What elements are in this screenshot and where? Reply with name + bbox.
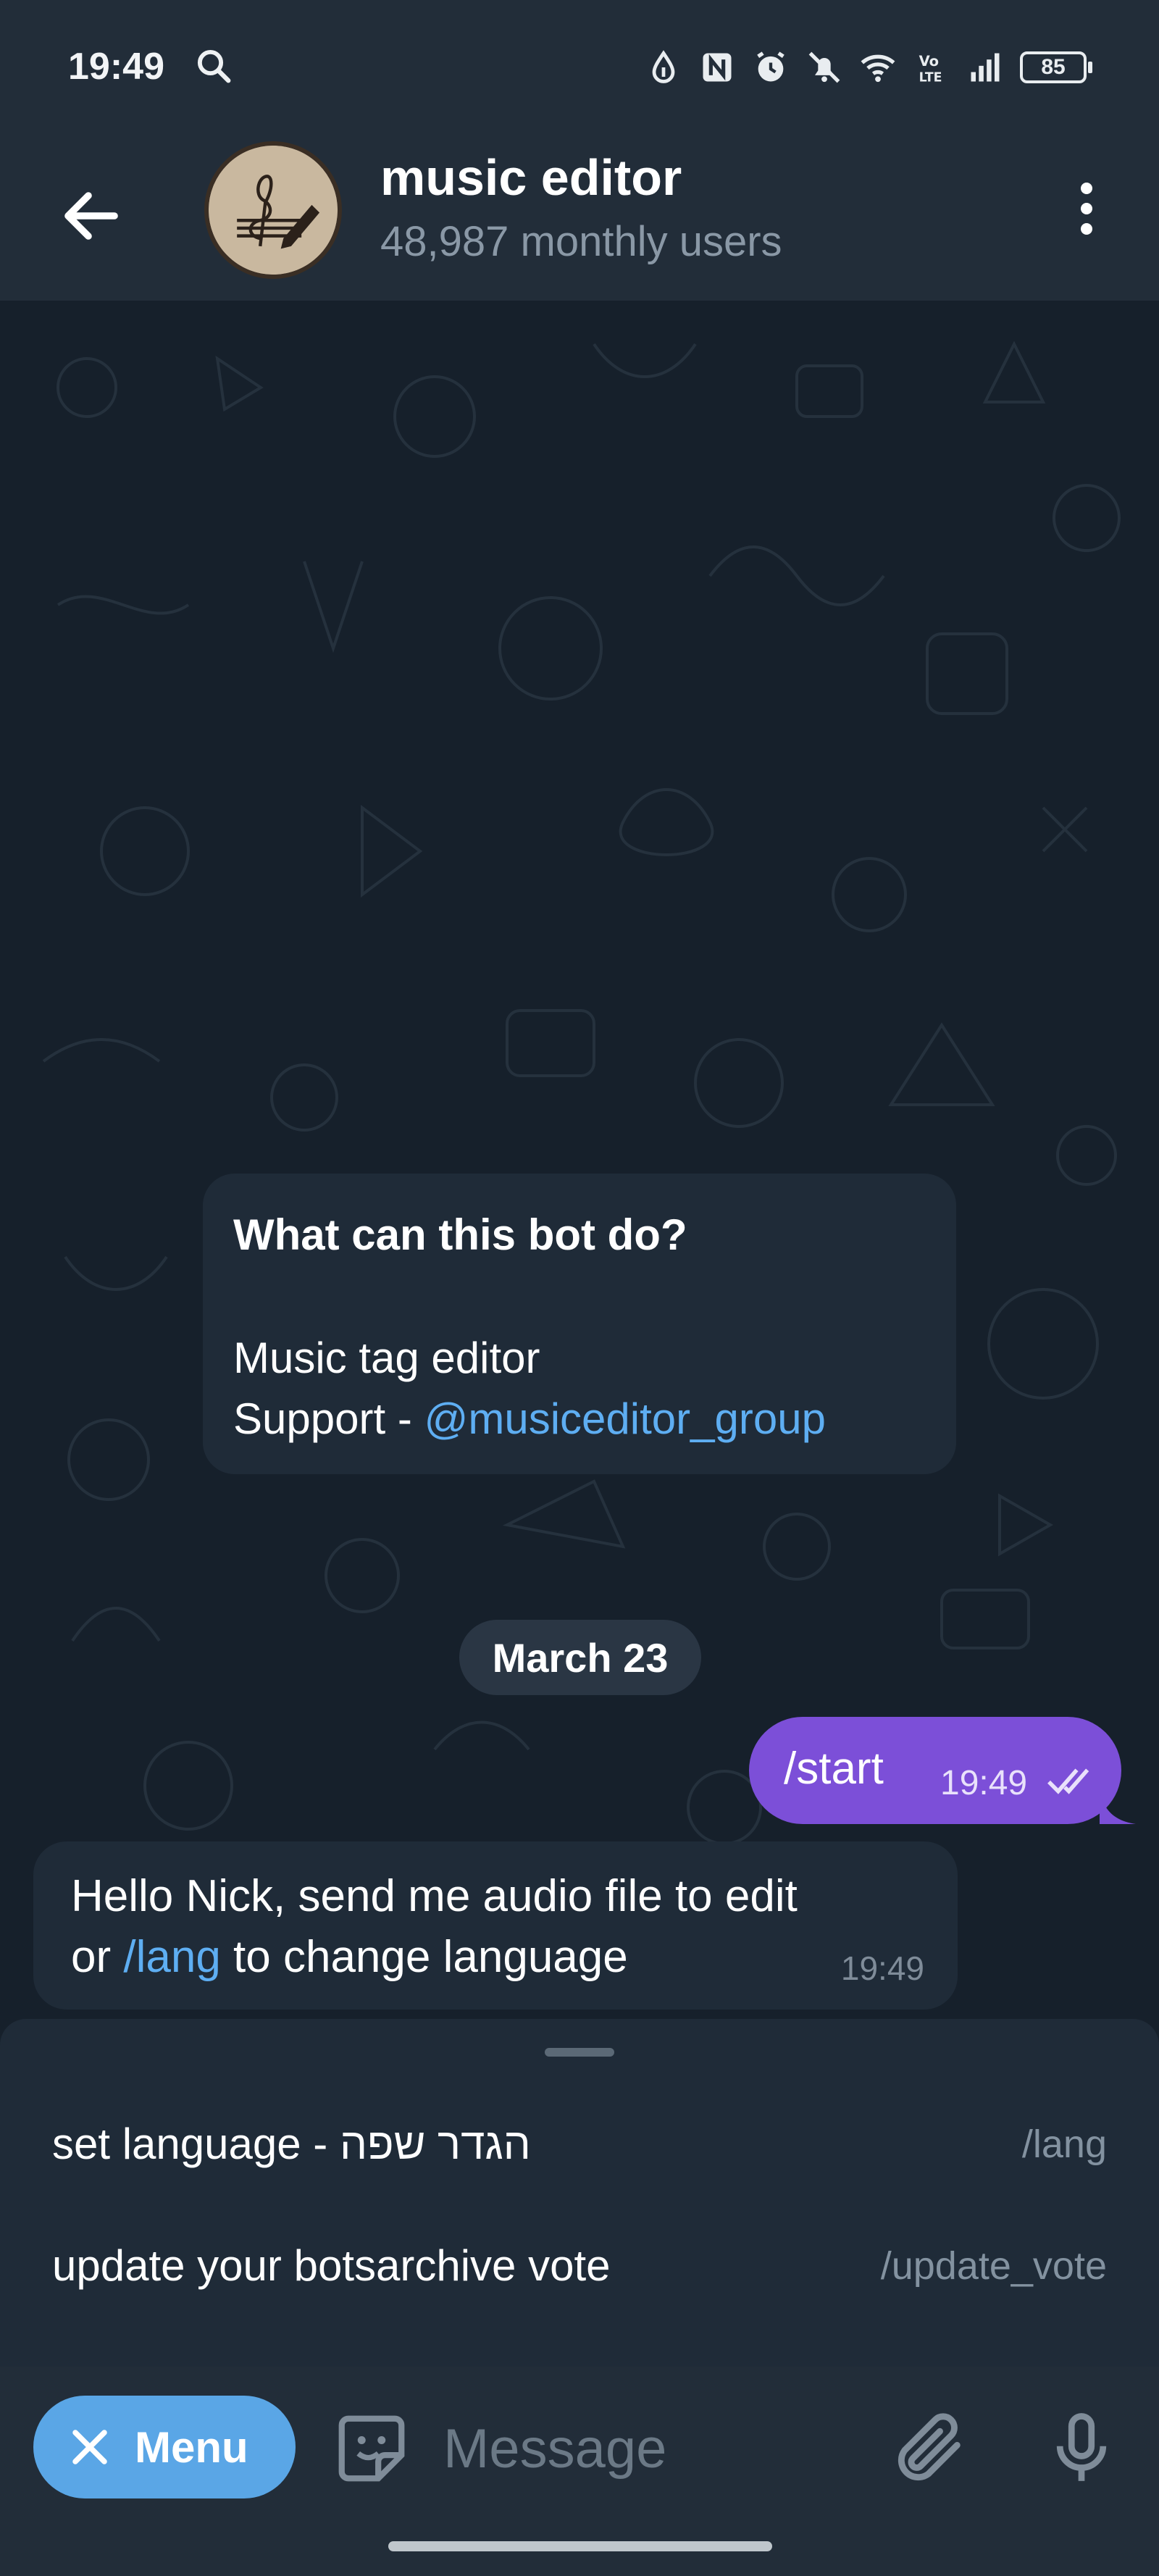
outgoing-message-text: /start [784,1744,884,1794]
incoming-text-prefix: or [71,1932,124,1982]
bubble-tail [1100,1791,1136,1824]
bot-description-line2: Support - @musiceditor_group [233,1394,826,1444]
command-code: /update_vote [880,2244,1107,2288]
incoming-text-suffix: to change language [220,1932,628,1982]
status-icons: Vo LTE 85 [645,42,1092,93]
battery-level: 85 [1041,55,1066,79]
sticker-icon[interactable] [332,2409,411,2488]
menu-button-label: Menu [135,2422,248,2472]
search-icon [197,49,231,83]
incoming-message-line2: or /lang to change language [71,1931,628,1983]
music-note-pencil-icon [209,146,338,275]
wifi-icon [861,54,895,83]
support-group-link[interactable]: @musiceditor_group [424,1394,826,1443]
lang-command-link[interactable]: /lang [123,1932,220,1982]
sheet-drag-handle[interactable] [545,2048,614,2057]
chat-subtitle: 48,987 monthly users [380,218,782,265]
volte-icon: Vo LTE [919,53,942,85]
command-item-lang[interactable]: set language - הגדר שפה /lang [0,2083,1159,2199]
more-options-icon[interactable] [1072,180,1101,238]
microphone-icon[interactable] [1042,2404,1121,2491]
alarm-icon [757,51,784,82]
svg-text:LTE: LTE [919,71,942,85]
bot-description-line1: Music tag editor [233,1334,540,1382]
data-saver-icon [652,50,675,83]
signal-icon [971,53,1000,82]
double-check-icon [1047,1768,1089,1794]
incoming-message-line1: Hello Nick, send me audio file to edit [71,1871,798,1921]
close-icon [72,2430,107,2464]
outgoing-message[interactable]: /start 19:49 [749,1717,1136,1824]
bot-description-heading: What can this bot do? [233,1210,687,1259]
bot-description-card: What can this bot do? Music tag editor S… [203,1174,956,1474]
bot-commands-sheet: set language - הגדר שפה /lang update you… [0,2019,1159,2367]
back-arrow-icon[interactable] [57,181,126,251]
nfc-icon [703,53,732,82]
menu-button[interactable]: Menu [33,2396,296,2498]
date-separator: March 23 [459,1620,701,1695]
status-time: 19:49 [68,46,164,88]
incoming-message-time: 19:49 [840,1949,924,1987]
bot-avatar[interactable] [204,141,342,279]
chat-title[interactable]: music editor [380,149,682,206]
attach-icon[interactable] [890,2406,971,2491]
status-bar: 19:49 Vo LTE 85 [0,0,1159,138]
gesture-nav-bar[interactable] [388,2541,772,2551]
command-code: /lang [1021,2123,1107,2166]
svg-text:Vo: Vo [919,53,939,70]
mute-icon [808,51,840,83]
command-label: update your botsarchive vote [52,2241,611,2290]
outgoing-message-time: 19:49 [940,1764,1028,1802]
command-item-update-vote[interactable]: update your botsarchive vote /update_vot… [0,2204,1159,2320]
incoming-message[interactable]: Hello Nick, send me audio file to edit o… [33,1841,958,2010]
message-input[interactable] [442,2404,879,2493]
battery-icon: 85 [1020,51,1092,83]
support-label: Support - [233,1394,424,1443]
command-label: set language - הגדר שפה [52,2120,531,2168]
